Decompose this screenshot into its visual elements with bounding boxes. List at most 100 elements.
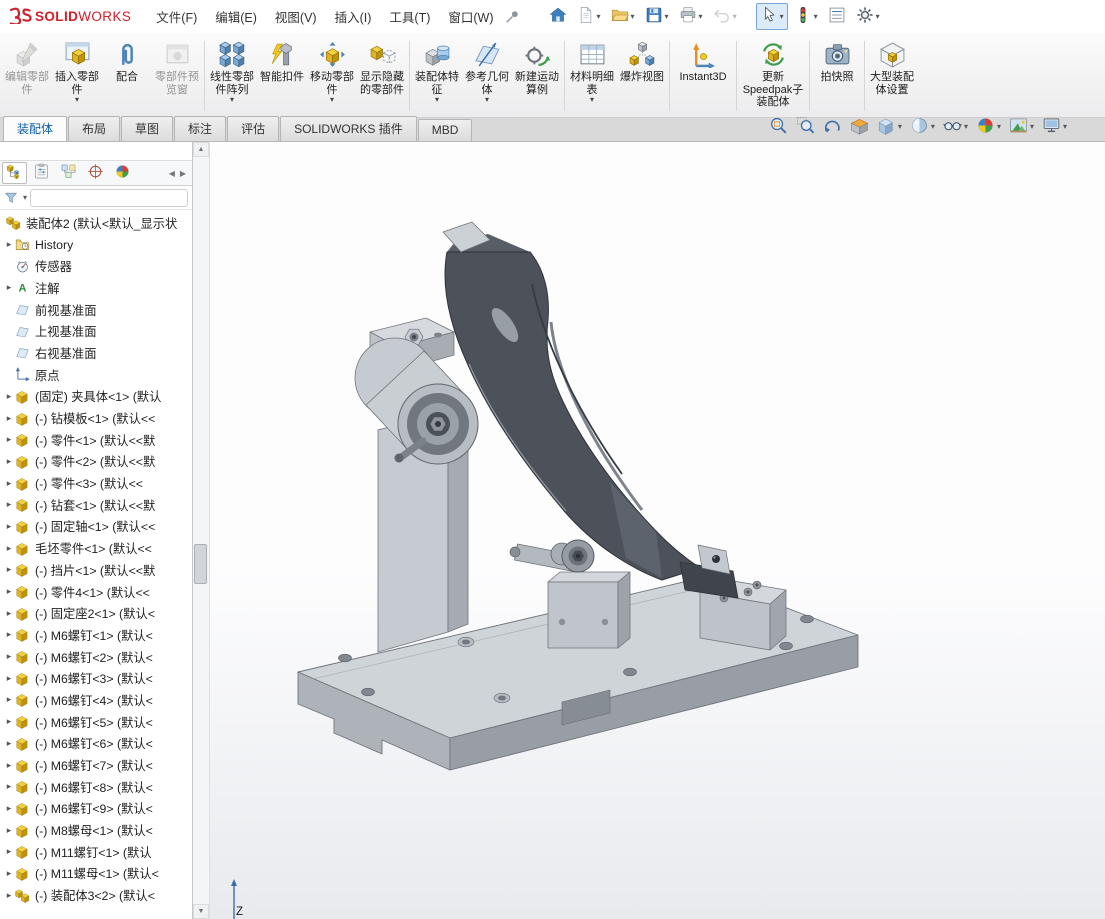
tree-item[interactable]: ▸(-) M6螺钉<9> (默认< [0,798,192,820]
edit-appearance-button[interactable]: ▾ [974,115,1003,139]
panel-nav-left-icon[interactable]: ◀ [169,169,175,178]
dropdown-caret-icon[interactable]: ▾ [814,13,818,21]
apply-scene-button[interactable]: ▾ [1007,115,1036,139]
large-assembly-settings-button[interactable]: 大型装配体设置 [867,36,917,116]
expand-arrow-icon[interactable]: ▸ [3,716,15,727]
open-button[interactable]: ▾ [607,3,639,30]
model-end-bracket[interactable] [680,545,738,598]
smart-fasteners-button[interactable]: 智能扣件 [257,36,307,116]
view-settings-button[interactable]: ▾ [1040,115,1069,139]
tab-mbd[interactable]: MBD [418,119,473,141]
tab-markup[interactable]: 标注 [174,116,226,141]
expand-arrow-icon[interactable]: ▸ [3,434,15,445]
tree-item[interactable]: 上视基准面 [0,320,192,342]
view-orientation-button[interactable]: ▾ [875,115,904,139]
expand-arrow-icon[interactable]: ▸ [3,868,15,879]
tree-scrollbar[interactable]: ▲ ▼ [193,142,210,919]
expand-arrow-icon[interactable]: ▸ [3,499,15,510]
model-clamp-pin[interactable] [510,540,594,572]
show-hidden-components-button[interactable]: 显示隐藏的零部件 [357,36,407,116]
tree-item[interactable]: 前视基准面 [0,299,192,321]
tree-item[interactable]: ▸(-) M6螺钉<7> (默认< [0,754,192,776]
tree-item[interactable]: ▸(-) 钻模板<1> (默认<< [0,407,192,429]
tree-item[interactable]: ▸毛坯零件<1> (默认<< [0,537,192,559]
move-component-button[interactable]: 移动零部件▾ [307,36,357,116]
tree-item[interactable]: 传感器 [0,255,192,277]
expand-arrow-icon[interactable]: ▸ [3,738,15,749]
dropdown-caret-icon[interactable]: ▾ [733,13,737,21]
scroll-down-button[interactable]: ▼ [193,904,209,919]
tree-filter-input[interactable] [31,192,187,204]
expand-arrow-icon[interactable]: ▸ [3,413,15,424]
propertymanager-tab[interactable] [29,162,54,184]
displaymanager-tab[interactable] [110,162,135,184]
tree-item[interactable]: ▸(-) M6螺钉<6> (默认< [0,733,192,755]
dimxpertmanager-tab[interactable] [83,162,108,184]
expand-arrow-icon[interactable]: ▸ [3,543,15,554]
menu-file[interactable]: 文件(F) [147,0,206,34]
home-button[interactable] [545,3,571,30]
take-snapshot-button[interactable]: 拍快照 [812,36,862,116]
interference-lights-button[interactable]: ▾ [790,3,822,30]
featuremanager-tab[interactable] [2,162,27,184]
tree-item[interactable]: 右视基准面 [0,342,192,364]
tree-item[interactable]: ▸(-) 固定座2<1> (默认< [0,602,192,624]
graphics-viewport[interactable]: Z [210,142,1105,919]
model-cylinder-clamp[interactable] [355,338,478,464]
dropdown-caret-icon[interactable]: ▾ [485,96,489,105]
tree-item[interactable]: ▸(-) M6螺钉<3> (默认< [0,667,192,689]
new-document-button[interactable]: ▾ [573,3,605,30]
mate-button[interactable]: 配合 [102,36,152,116]
dropdown-caret-icon[interactable]: ▾ [75,96,79,105]
expand-arrow-icon[interactable]: ▸ [3,760,15,771]
bill-of-materials-button[interactable]: 材料明细表▾ [567,36,617,116]
menu-tools[interactable]: 工具(T) [380,0,439,34]
expand-arrow-icon[interactable]: ▸ [3,825,15,836]
panel-nav-right-icon[interactable]: ▶ [180,169,186,178]
select-button[interactable]: ▾ [756,3,788,30]
model-workpiece-arm[interactable] [443,222,700,580]
zoom-to-area-button[interactable] [794,115,817,139]
section-view-button[interactable] [848,115,871,139]
tree-item[interactable]: ▸(-) 零件<3> (默认<< [0,472,192,494]
pin-menu-icon[interactable] [505,9,520,24]
menu-edit[interactable]: 编辑(E) [206,0,266,34]
dropdown-caret-icon[interactable]: ▾ [931,123,935,131]
expand-arrow-icon[interactable]: ▸ [3,890,15,901]
tree-item[interactable]: ▸(-) M6螺钉<5> (默认< [0,711,192,733]
dropdown-caret-icon[interactable]: ▾ [876,13,880,21]
tree-item[interactable]: ▸(-) 钻套<1> (默认<<默 [0,494,192,516]
print-button[interactable]: ▾ [675,3,707,30]
dropdown-caret-icon[interactable]: ▾ [964,123,968,131]
tree-item[interactable]: ▸(-) M11螺母<1> (默认< [0,863,192,885]
tree-item[interactable]: ▸(固定) 夹具体<1> (默认 [0,386,192,408]
menu-insert[interactable]: 插入(I) [326,0,381,34]
dropdown-caret-icon[interactable]: ▾ [631,13,635,21]
menu-window[interactable]: 窗口(W) [439,0,502,34]
model-middle-support[interactable] [548,572,630,648]
expand-arrow-icon[interactable]: ▸ [3,456,15,467]
configurationmanager-tab[interactable] [56,162,81,184]
dropdown-caret-icon[interactable]: ▾ [435,96,439,105]
options-button[interactable]: ▾ [852,3,884,30]
dropdown-caret-icon[interactable]: ▾ [699,13,703,21]
tree-item[interactable]: ▸(-) 零件<2> (默认<<默 [0,451,192,473]
filter-funnel-icon[interactable] [4,191,18,205]
tree-item[interactable]: ▸(-) M6螺钉<1> (默认< [0,624,192,646]
tree-item[interactable]: 原点 [0,364,192,386]
tree-item[interactable]: ▸(-) M11螺钉<1> (默认 [0,841,192,863]
tree-item[interactable]: ▸(-) M8螺母<1> (默认< [0,819,192,841]
dropdown-caret-icon[interactable]: ▾ [898,123,902,131]
tree-item[interactable]: ▸History [0,234,192,256]
tree-item[interactable]: ▸(-) 固定轴<1> (默认<< [0,516,192,538]
expand-arrow-icon[interactable]: ▸ [3,521,15,532]
tree-item[interactable]: ▸(-) 零件4<1> (默认<< [0,581,192,603]
dropdown-caret-icon[interactable]: ▾ [997,123,1001,131]
insert-component-button[interactable]: 插入零部件▾ [52,36,102,116]
expand-arrow-icon[interactable]: ▸ [3,391,15,402]
expand-arrow-icon[interactable]: ▸ [3,846,15,857]
tree-item[interactable]: ▸(-) M6螺钉<8> (默认< [0,776,192,798]
evaluate-list-button[interactable] [824,3,850,30]
expand-arrow-icon[interactable]: ▸ [3,694,15,705]
scrollbar-thumb[interactable] [194,544,207,584]
